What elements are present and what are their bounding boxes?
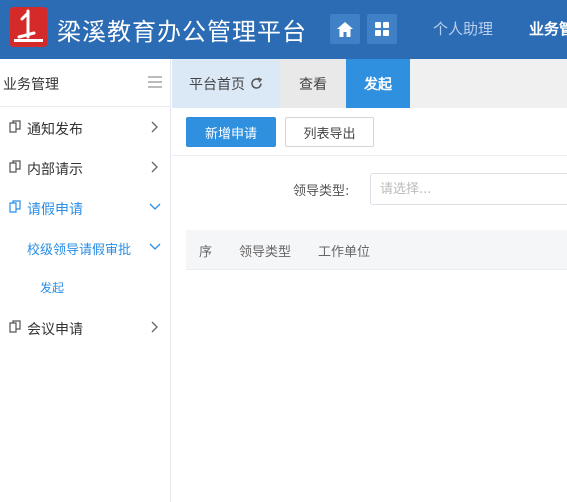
sidebar-item-label: 内部请示 <box>27 162 83 178</box>
sidebar-item-label: 校级领导请假审批 <box>27 243 132 258</box>
sidebar-leaf-start[interactable]: 发起 <box>0 268 170 308</box>
home-icon <box>337 21 353 37</box>
document-icon <box>9 200 21 213</box>
nav-personal-assistant[interactable]: 个人助理 <box>433 18 493 39</box>
top-header: 梁溪教育办公管理平台 个人助理 业务管 <box>0 0 567 59</box>
column-header[interactable]: 领导类型 <box>239 241 291 260</box>
sidebar: 业务管理 通知发布 内部请示 请假申请 校级领导请假审批 发起 会议申请 <box>0 59 171 502</box>
sidebar-subitem-leader-leave-approval[interactable]: 校级领导请假审批 <box>0 228 170 268</box>
chevron-right-icon <box>151 161 158 173</box>
main-content: 平台首页 查看 发起 新增申请 列表导出 领导类型: 序 领导类型 工作单位 <box>172 59 567 502</box>
logo-icon <box>10 7 47 47</box>
refresh-icon[interactable] <box>250 77 263 90</box>
column-header[interactable]: 序 <box>199 241 212 260</box>
chevron-down-icon <box>149 203 161 210</box>
chevron-right-icon <box>151 121 158 133</box>
apps-button[interactable] <box>367 14 397 44</box>
document-icon <box>9 120 21 133</box>
tab-bar: 平台首页 查看 发起 <box>172 59 567 108</box>
sidebar-title: 业务管理 <box>3 77 59 93</box>
home-button[interactable] <box>330 14 360 44</box>
document-icon <box>9 320 21 333</box>
chevron-down-icon <box>149 243 161 250</box>
chevron-right-icon <box>151 321 158 333</box>
leader-type-select[interactable] <box>370 173 567 205</box>
sidebar-item-label: 请假申请 <box>27 202 83 218</box>
sidebar-item-notice[interactable]: 通知发布 <box>0 108 170 148</box>
sidebar-item-internal-request[interactable]: 内部请示 <box>0 148 170 188</box>
sidebar-item-meeting-request[interactable]: 会议申请 <box>0 308 170 348</box>
tab-platform-home[interactable]: 平台首页 <box>172 59 280 108</box>
menu-toggle-icon[interactable] <box>148 76 162 91</box>
tab-start[interactable]: 发起 <box>346 59 410 108</box>
app-window: 梁溪教育办公管理平台 个人助理 业务管 业务管理 通知发布 内部请示 请假申请 … <box>0 0 567 502</box>
add-request-button[interactable]: 新增申请 <box>186 117 276 147</box>
tab-label: 平台首页 <box>189 76 245 93</box>
document-icon <box>9 160 21 173</box>
sidebar-item-label: 发起 <box>40 281 65 295</box>
sidebar-item-label: 通知发布 <box>27 122 83 138</box>
toolbar: 新增申请 列表导出 <box>172 108 567 156</box>
export-list-button[interactable]: 列表导出 <box>285 117 374 147</box>
leader-type-label: 领导类型: <box>293 184 350 199</box>
app-title: 梁溪教育办公管理平台 <box>57 18 307 46</box>
nav-business-management[interactable]: 业务管 <box>529 18 567 39</box>
grid-icon <box>375 22 389 36</box>
sidebar-item-leave-request[interactable]: 请假申请 <box>0 188 170 228</box>
column-header[interactable]: 工作单位 <box>318 241 370 260</box>
table-header: 序 领导类型 工作单位 <box>186 230 567 270</box>
sidebar-item-label: 会议申请 <box>27 322 83 338</box>
sidebar-header: 业务管理 <box>0 59 170 107</box>
tab-view[interactable]: 查看 <box>280 59 346 108</box>
